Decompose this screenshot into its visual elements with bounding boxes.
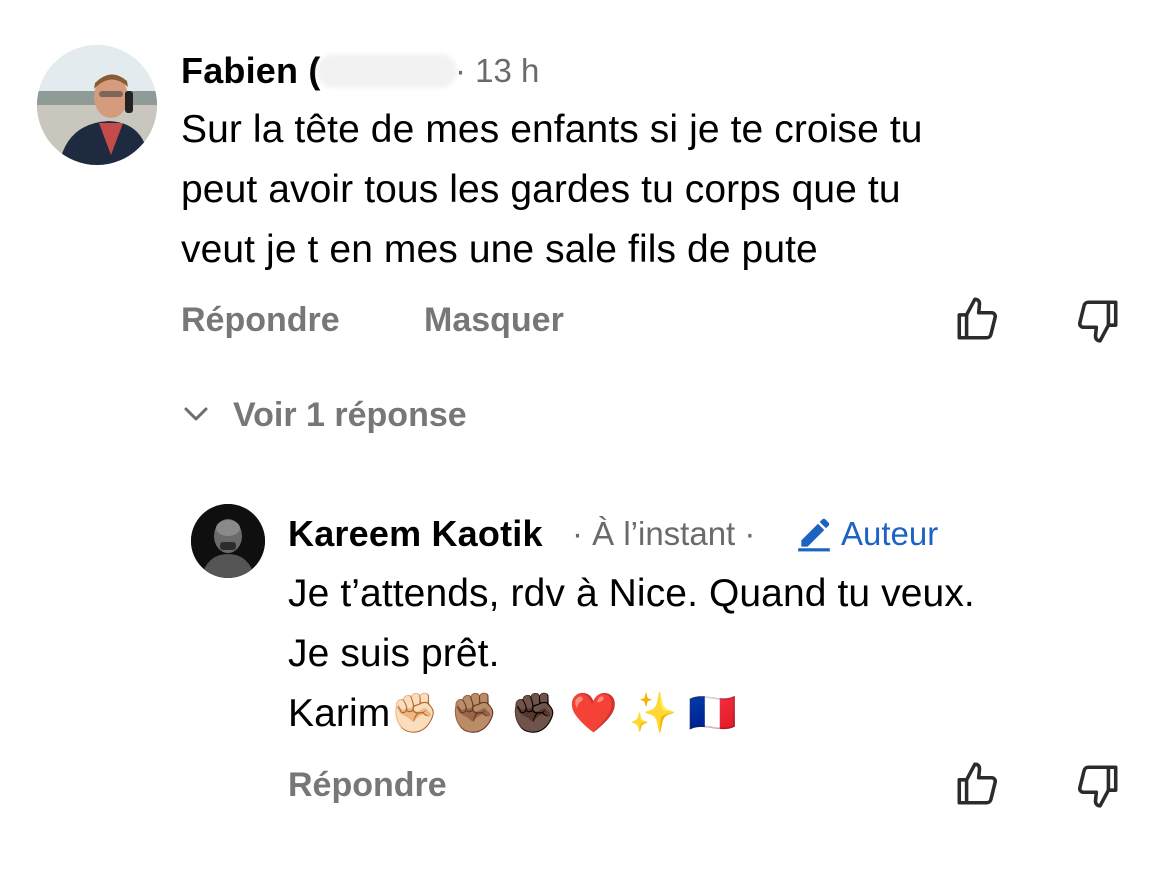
person-photo-icon (37, 45, 157, 165)
comment-timestamp: · 13 h (455, 52, 540, 89)
reply-author[interactable]: Kareem Kaotik (288, 513, 543, 555)
comment-text-line: Sur la tête de mes enfants si je te croi… (181, 108, 923, 151)
view-replies-button[interactable]: Voir 1 réponse (233, 396, 467, 435)
reply-text-line: Je suis prêt. (288, 632, 500, 675)
reply-timestamp: · À l’instant · (572, 515, 756, 552)
hide-button[interactable]: Masquer (424, 301, 564, 340)
thumbs-down-icon[interactable] (1073, 296, 1123, 346)
reply-button[interactable]: Répondre (288, 766, 447, 805)
thumbs-down-icon[interactable] (1073, 761, 1123, 811)
comment-text-line: veut je t en mes une sale fils de pute (181, 228, 818, 271)
person-photo-icon (191, 504, 265, 578)
reply-button[interactable]: Répondre (181, 301, 340, 340)
reply-text-line: Je t’attends, rdv à Nice. Quand tu veux. (288, 572, 975, 615)
chevron-down-icon[interactable] (181, 402, 211, 426)
avatar-kareem[interactable] (191, 504, 265, 578)
thumbs-up-icon[interactable] (952, 759, 1002, 809)
comment-author[interactable]: Fabien ( (181, 50, 321, 92)
avatar-fabien[interactable] (37, 45, 157, 165)
reply-text-line: Karim✊🏻 ✊🏽 ✊🏿 ❤️ ✨ 🇫🇷 (288, 692, 737, 735)
redacted-name (317, 54, 457, 88)
thumbs-up-icon[interactable] (952, 294, 1002, 344)
comment-text-line: peut avoir tous les gardes tu corps que … (181, 168, 901, 211)
author-badge: Auteur (841, 515, 939, 552)
pencil-icon (798, 518, 830, 552)
